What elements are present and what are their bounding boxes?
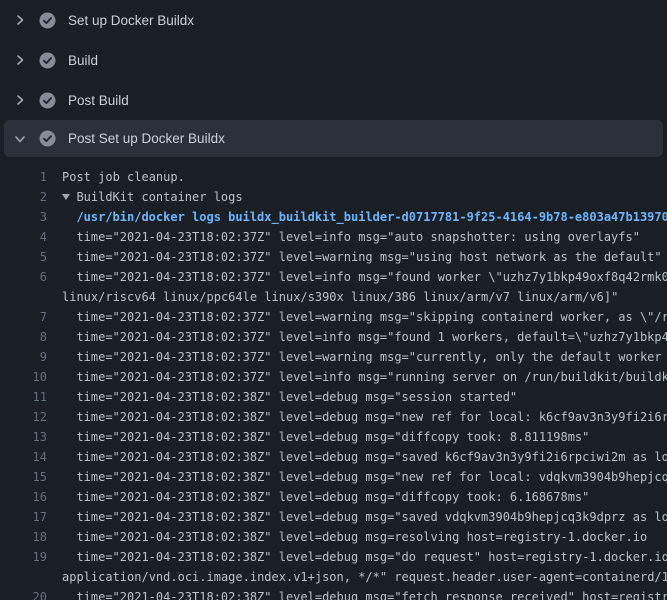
line-number[interactable]: 1 bbox=[0, 167, 47, 187]
line-number bbox=[0, 567, 47, 587]
log-line: linux/riscv64 linux/ppc64le linux/s390x … bbox=[0, 287, 667, 307]
log-line-text: linux/riscv64 linux/ppc64le linux/s390x … bbox=[47, 287, 618, 307]
step-title: Post Build bbox=[68, 93, 129, 108]
log-line-text: /usr/bin/docker logs buildx_buildkit_bui… bbox=[47, 207, 667, 227]
line-number[interactable]: 12 bbox=[0, 407, 47, 427]
check-circle-icon bbox=[39, 12, 56, 29]
log-line-text: time="2021-04-23T18:02:38Z" level=debug … bbox=[47, 587, 667, 600]
step-row-0[interactable]: Set up Docker Buildx bbox=[0, 0, 667, 40]
log-line-text: time="2021-04-23T18:02:37Z" level=warnin… bbox=[47, 307, 667, 327]
log-line-text: time="2021-04-23T18:02:38Z" level=debug … bbox=[47, 387, 517, 407]
line-number[interactable]: 3 bbox=[0, 207, 47, 227]
line-number[interactable]: 5 bbox=[0, 247, 47, 267]
step-title: Set up Docker Buildx bbox=[68, 13, 194, 28]
log-line-text: time="2021-04-23T18:02:37Z" level=info m… bbox=[47, 367, 667, 387]
step-row-3[interactable]: Post Set up Docker Buildx bbox=[4, 120, 663, 157]
step-title: Build bbox=[68, 53, 98, 68]
log-line: 14 time="2021-04-23T18:02:38Z" level=deb… bbox=[0, 447, 667, 467]
line-number[interactable]: 16 bbox=[0, 487, 47, 507]
log-viewer: 1 Post job cleanup. 2 BuildKit container… bbox=[0, 157, 667, 600]
log-line: 10 time="2021-04-23T18:02:37Z" level=inf… bbox=[0, 367, 667, 387]
step-row-1[interactable]: Build bbox=[0, 40, 667, 80]
line-number[interactable]: 18 bbox=[0, 527, 47, 547]
check-circle-icon bbox=[39, 52, 56, 69]
log-line: 12 time="2021-04-23T18:02:38Z" level=deb… bbox=[0, 407, 667, 427]
line-number[interactable]: 13 bbox=[0, 427, 47, 447]
line-number[interactable]: 4 bbox=[0, 227, 47, 247]
log-line: 16 time="2021-04-23T18:02:38Z" level=deb… bbox=[0, 487, 667, 507]
log-line-text: Post job cleanup. bbox=[47, 167, 185, 187]
line-number[interactable]: 19 bbox=[0, 547, 47, 567]
log-line-text: time="2021-04-23T18:02:38Z" level=debug … bbox=[47, 427, 589, 447]
step-title: Post Set up Docker Buildx bbox=[68, 131, 225, 146]
line-number[interactable]: 14 bbox=[0, 447, 47, 467]
log-line-text: application/vnd.oci.image.index.v1+json,… bbox=[47, 567, 667, 587]
log-line: 5 time="2021-04-23T18:02:37Z" level=warn… bbox=[0, 247, 667, 267]
chevron-right-icon bbox=[12, 52, 28, 68]
line-number bbox=[0, 287, 47, 307]
step-row-2[interactable]: Post Build bbox=[0, 80, 667, 120]
check-circle-icon bbox=[39, 130, 56, 147]
log-line-text: time="2021-04-23T18:02:37Z" level=info m… bbox=[47, 267, 667, 287]
log-line: 7 time="2021-04-23T18:02:37Z" level=warn… bbox=[0, 307, 667, 327]
line-number[interactable]: 6 bbox=[0, 267, 47, 287]
log-line: 17 time="2021-04-23T18:02:38Z" level=deb… bbox=[0, 507, 667, 527]
steps-list: Set up Docker Buildx Build bbox=[0, 0, 667, 157]
log-line-text: time="2021-04-23T18:02:38Z" level=debug … bbox=[47, 467, 667, 487]
log-line-text: time="2021-04-23T18:02:38Z" level=debug … bbox=[47, 507, 667, 527]
log-line: 3 /usr/bin/docker logs buildx_buildkit_b… bbox=[0, 207, 667, 227]
line-number[interactable]: 17 bbox=[0, 507, 47, 527]
line-number[interactable]: 15 bbox=[0, 467, 47, 487]
log-line: 13 time="2021-04-23T18:02:38Z" level=deb… bbox=[0, 427, 667, 447]
log-line: 19 time="2021-04-23T18:02:38Z" level=deb… bbox=[0, 547, 667, 567]
log-line-text: time="2021-04-23T18:02:37Z" level=info m… bbox=[47, 327, 667, 347]
log-line-text: time="2021-04-23T18:02:38Z" level=debug … bbox=[47, 547, 667, 567]
log-line-text: time="2021-04-23T18:02:38Z" level=debug … bbox=[47, 527, 647, 547]
log-line: 8 time="2021-04-23T18:02:37Z" level=info… bbox=[0, 327, 667, 347]
log-line: 4 time="2021-04-23T18:02:37Z" level=info… bbox=[0, 227, 667, 247]
log-line: 11 time="2021-04-23T18:02:38Z" level=deb… bbox=[0, 387, 667, 407]
line-number[interactable]: 2 bbox=[0, 187, 47, 207]
chevron-right-icon bbox=[12, 12, 28, 28]
log-line: 2 BuildKit container logs bbox=[0, 187, 667, 207]
log-line: 20 time="2021-04-23T18:02:38Z" level=deb… bbox=[0, 587, 667, 600]
group-label: BuildKit container logs bbox=[76, 190, 242, 204]
log-line: application/vnd.oci.image.index.v1+json,… bbox=[0, 567, 667, 587]
line-number[interactable]: 11 bbox=[0, 387, 47, 407]
log-line: 1 Post job cleanup. bbox=[0, 167, 667, 187]
chevron-down-icon bbox=[12, 131, 28, 147]
log-line-text: time="2021-04-23T18:02:37Z" level=info m… bbox=[47, 227, 640, 247]
line-number[interactable]: 8 bbox=[0, 327, 47, 347]
log-line-text: time="2021-04-23T18:02:38Z" level=debug … bbox=[47, 487, 589, 507]
log-line-text: time="2021-04-23T18:02:38Z" level=debug … bbox=[47, 407, 667, 427]
line-number[interactable]: 7 bbox=[0, 307, 47, 327]
log-line-text: BuildKit container logs bbox=[47, 187, 243, 207]
log-line-text: time="2021-04-23T18:02:38Z" level=debug … bbox=[47, 447, 667, 467]
log-line-text: time="2021-04-23T18:02:37Z" level=warnin… bbox=[47, 247, 662, 267]
line-number[interactable]: 10 bbox=[0, 367, 47, 387]
chevron-right-icon bbox=[12, 92, 28, 108]
group-collapse-arrow-icon[interactable] bbox=[62, 187, 76, 207]
line-number[interactable]: 20 bbox=[0, 587, 47, 600]
log-line-text: time="2021-04-23T18:02:37Z" level=warnin… bbox=[47, 347, 667, 367]
log-line: 15 time="2021-04-23T18:02:38Z" level=deb… bbox=[0, 467, 667, 487]
check-circle-icon bbox=[39, 92, 56, 109]
log-line: 18 time="2021-04-23T18:02:38Z" level=deb… bbox=[0, 527, 667, 547]
log-line: 6 time="2021-04-23T18:02:37Z" level=info… bbox=[0, 267, 667, 287]
log-line: 9 time="2021-04-23T18:02:37Z" level=warn… bbox=[0, 347, 667, 367]
line-number[interactable]: 9 bbox=[0, 347, 47, 367]
